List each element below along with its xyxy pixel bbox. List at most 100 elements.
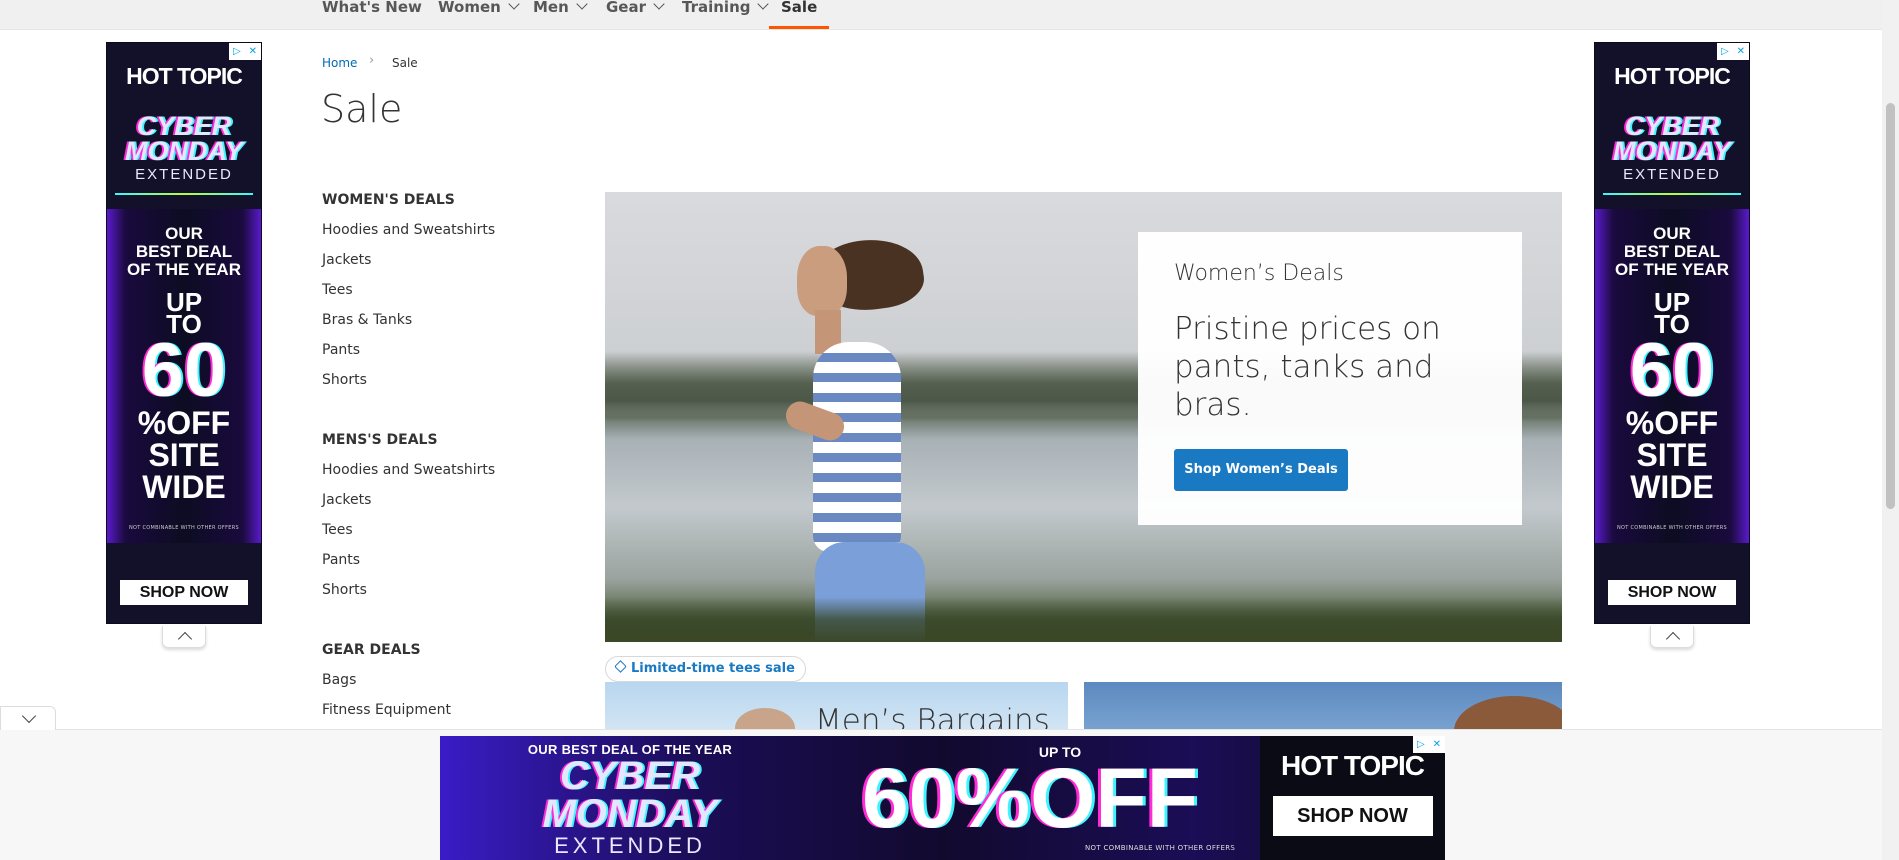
limited-time-tees-sale-tag[interactable]: Limited-time tees sale [605, 656, 806, 682]
ad-percent: 60 [141, 328, 227, 413]
right-ad-collapse-button[interactable] [1650, 626, 1694, 648]
hero-runner-tank-top [813, 342, 901, 552]
nav-item-label: Gear [606, 0, 647, 16]
ad-info-icon[interactable]: ▷ [1721, 46, 1729, 58]
breadcrumb-home-link[interactable]: Home [322, 56, 357, 70]
ad-offer-line: OUR [1653, 224, 1691, 243]
sidebar-group-title: MENS'S DEALS [322, 432, 438, 448]
breadcrumb-current: Sale [392, 56, 418, 70]
ad-shop-now-button[interactable]: SHOP NOW [1608, 580, 1736, 605]
footer-ad-brand: HOT TOPIC [1281, 750, 1425, 781]
ad-sitewide: SITE [1636, 437, 1708, 473]
footer-banner-ad[interactable]: OUR BEST DEAL OF THE YEAR CYBER MONDAY E… [440, 736, 1445, 860]
nav-item-label: What's New [322, 0, 422, 16]
sidebar-link[interactable]: Bras & Tanks [322, 312, 412, 328]
shop-womens-deals-button[interactable]: Shop Women’s Deals [1174, 449, 1348, 491]
nav-item-label: Training [682, 0, 751, 16]
footer-ad-brand-panel: HOT TOPIC SHOP NOW [1260, 736, 1445, 860]
nav-item-label: Women [438, 0, 501, 16]
scrollbar-thumb[interactable] [1886, 103, 1895, 509]
sidebar-link[interactable]: Hoodies and Sweatshirts [322, 462, 495, 478]
ad-divider [1603, 193, 1741, 195]
nav-item-sale[interactable]: Sale [768, 0, 830, 30]
nav-item-label: Sale [781, 0, 818, 16]
ad-brand: HOT TOPIC [126, 63, 243, 89]
sidebar-link[interactable]: Jackets [322, 492, 371, 508]
ad-brand: HOT TOPIC [1614, 63, 1731, 89]
hero-runner-head [797, 246, 847, 316]
ad-offer-line: OF THE YEAR [127, 260, 241, 279]
ad-info-icon[interactable]: ▷ [233, 46, 241, 58]
left-ad-collapse-button[interactable] [162, 626, 206, 648]
footer-ad-shop-now-button[interactable]: SHOP NOW [1272, 796, 1433, 836]
sidebar-link[interactable]: Tees [322, 522, 353, 538]
page-title: Sale [321, 87, 403, 131]
ad-extended: EXTENDED [1623, 166, 1721, 183]
nav-item-women[interactable]: Women [438, 0, 520, 30]
nav-item-training[interactable]: Training [682, 0, 770, 30]
footer-ad-fine-print: NOT COMBINABLE WITH OTHER OFFERS [1085, 844, 1236, 852]
ad-close-icon[interactable]: ✕ [1737, 46, 1745, 58]
nav-item-label: Men [533, 0, 569, 16]
ad-close-icon[interactable]: ✕ [1433, 739, 1441, 751]
footer-ad-left-panel: OUR BEST DEAL OF THE YEAR CYBER MONDAY E… [510, 742, 750, 859]
ad-offer-line: OF THE YEAR [1615, 260, 1729, 279]
ad-percent: 60 [1629, 328, 1715, 413]
ad-cyber-monday: CYBER MONDAY [125, 111, 243, 166]
ad-offer-line: BEST DEAL [135, 242, 233, 261]
ad-sitewide: WIDE [142, 469, 226, 505]
chevron-down-icon [576, 0, 588, 10]
sidebar-link[interactable]: Tees [322, 282, 353, 298]
footer-ad-offer-panel: UP TO 60%OFF [820, 744, 1240, 845]
hero-grass [605, 597, 1562, 642]
ad-divider [115, 193, 253, 195]
hero-info-card: Women’s Deals Pristine prices on pants, … [1138, 232, 1522, 525]
chevron-down-icon [757, 0, 770, 10]
nav-item-men[interactable]: Men [533, 0, 588, 30]
chevron-down-icon [653, 0, 665, 10]
ad-choices-badge[interactable]: ▷ ✕ [229, 43, 261, 60]
nav-item-gear[interactable]: Gear [606, 0, 665, 30]
sidebar-link[interactable]: Jackets [322, 252, 371, 268]
ad-offer-body: OUR BEST DEAL OF THE YEAR UP TO 60 %OFF … [1595, 209, 1749, 543]
sidebar-link[interactable]: Pants [322, 342, 360, 358]
sidebar-link[interactable]: Hoodies and Sweatshirts [322, 222, 495, 238]
ad-fine-print: NOT COMBINABLE WITH OTHER OFFERS [1617, 525, 1727, 531]
sidebar-link[interactable]: Shorts [322, 372, 367, 388]
tag-icon [614, 660, 627, 673]
chevron-down-icon [508, 0, 520, 10]
promo-tag-label: Limited-time tees sale [631, 661, 795, 676]
ad-shop-now-button[interactable]: SHOP NOW [120, 580, 248, 605]
ad-choices-badge[interactable]: ▷ ✕ [1413, 736, 1445, 753]
footer-ad-percent: 60%OFF [861, 751, 1199, 845]
hero-headline: Pristine prices on pants, tanks and bras… [1174, 311, 1441, 423]
ad-off: %OFF [1625, 405, 1719, 441]
sidebar-group-title: GEAR DEALS [322, 642, 421, 658]
ad-info-icon[interactable]: ▷ [1417, 739, 1425, 751]
ad-extended: EXTENDED [135, 166, 233, 183]
left-side-ad[interactable]: ▷ ✕ HOT TOPIC CYBER MONDAY EXTENDED OUR … [106, 42, 262, 624]
sidebar-link[interactable]: Fitness Equipment [322, 702, 451, 718]
sidebar-group-title: WOMEN'S DEALS [322, 192, 455, 208]
ad-sitewide: SITE [148, 437, 220, 473]
footer-ad-toggle-button[interactable] [0, 706, 56, 730]
top-navigation: What's New Women Men Gear Training Sale [0, 0, 1882, 30]
footer-ad-cyber-monday: CYBER MONDAY [542, 754, 718, 836]
ad-choices-badge[interactable]: ▷ ✕ [1717, 43, 1749, 60]
breadcrumb-separator: › [369, 53, 375, 68]
womens-deals-hero[interactable]: Women’s Deals Pristine prices on pants, … [605, 192, 1562, 642]
sidebar-link[interactable]: Shorts [322, 582, 367, 598]
nav-item-whats-new[interactable]: What's New [322, 0, 422, 30]
sidebar-link[interactable]: Pants [322, 552, 360, 568]
page-scrollbar[interactable] [1882, 0, 1899, 860]
ad-sitewide: WIDE [1630, 469, 1714, 505]
ad-off: %OFF [137, 405, 231, 441]
ad-close-icon[interactable]: ✕ [249, 46, 257, 58]
right-side-ad[interactable]: ▷ ✕ HOT TOPIC CYBER MONDAY EXTENDED OUR … [1594, 42, 1750, 624]
ad-offer-line: BEST DEAL [1623, 242, 1721, 261]
ad-fine-print: NOT COMBINABLE WITH OTHER OFFERS [129, 525, 239, 531]
ad-offer-line: OUR [165, 224, 203, 243]
sidebar-link[interactable]: Bags [322, 672, 356, 688]
footer-ad-extended: EXTENDED [554, 833, 706, 858]
ad-cyber-monday: CYBER MONDAY [1613, 111, 1731, 166]
